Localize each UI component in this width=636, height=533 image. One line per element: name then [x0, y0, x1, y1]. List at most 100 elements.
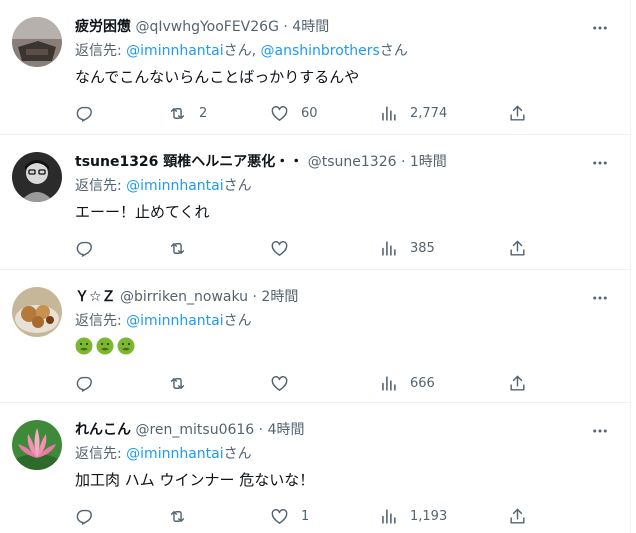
separator-dot: ·	[252, 289, 257, 305]
reply-label: 返信先:	[75, 43, 127, 59]
mention-link[interactable]: @anshinbrothers	[261, 43, 380, 59]
retweet-button[interactable]	[168, 236, 187, 260]
views-icon	[382, 240, 396, 256]
like-icon	[271, 240, 288, 256]
like-button[interactable]: 60	[270, 101, 318, 125]
share-button[interactable]	[508, 504, 527, 528]
timestamp[interactable]: 4時間	[268, 422, 305, 438]
separator-dot: ·	[258, 422, 264, 438]
views-count: 385	[410, 240, 435, 256]
tweet-header: tsune1326 頸椎ヘルニア悪化・・ @tsune1326 · 1時間	[75, 152, 582, 172]
display-name[interactable]: れんこん	[75, 422, 131, 438]
share-icon	[510, 105, 525, 121]
tweet[interactable]: 疲労困憊 @qIvwhgYooFEV26G · 4時間 返信先: @iminnh…	[0, 0, 630, 135]
share-button[interactable]	[508, 101, 527, 125]
views-icon	[382, 375, 396, 391]
retweet-count: 2	[199, 105, 208, 121]
reply-separator: さん,	[223, 43, 261, 59]
separator-dot: ·	[400, 154, 406, 170]
user-handle[interactable]: @birriken_nowaku	[120, 289, 248, 305]
action-bar: 2 60 2,774	[75, 101, 531, 125]
nauseated-face-emoji	[117, 337, 135, 355]
views-icon	[382, 508, 396, 524]
reply-suffix: さん	[223, 446, 252, 462]
tweet-text: 加工肉 ハム ウインナー 危ないな！	[75, 471, 315, 489]
views-button[interactable]: 666	[379, 371, 435, 395]
separator-dot: ·	[283, 19, 288, 35]
timestamp[interactable]: 1時間	[410, 154, 447, 170]
timestamp[interactable]: 2時間	[261, 289, 298, 305]
reply-button[interactable]	[75, 371, 94, 395]
reply-label: 返信先:	[75, 446, 127, 462]
retweet-button[interactable]	[168, 504, 187, 528]
tweet-header: Ｙ☆Ｚ @birriken_nowaku · 2時間	[75, 287, 582, 307]
reply-context: 返信先: @iminnhantaiさん	[75, 311, 252, 331]
views-icon	[382, 105, 396, 121]
like-count: 60	[301, 105, 318, 121]
mention-link[interactable]: @iminnhantai	[126, 43, 223, 59]
action-bar: 1 1,193	[75, 504, 531, 528]
views-button[interactable]: 2,774	[379, 101, 447, 125]
tweet[interactable]: tsune1326 頸椎ヘルニア悪化・・ @tsune1326 · 1時間 返信…	[0, 135, 630, 270]
retweet-button[interactable]	[168, 371, 187, 395]
share-button[interactable]	[508, 236, 527, 260]
views-button[interactable]: 1,193	[379, 504, 447, 528]
reply-context: 返信先: @iminnhantaiさん	[75, 444, 252, 464]
tweet-header: れんこん @ren_mitsu0616 · 4時間	[75, 420, 582, 440]
views-count: 666	[410, 375, 435, 391]
avatar[interactable]	[12, 152, 62, 202]
reply-button[interactable]	[75, 504, 94, 528]
views-button[interactable]: 385	[379, 236, 435, 260]
retweet-icon	[170, 510, 185, 522]
reply-button[interactable]	[75, 101, 94, 125]
reply-label: 返信先:	[75, 178, 127, 194]
mention-link[interactable]: @iminnhantai	[126, 313, 223, 329]
reply-icon	[76, 509, 92, 525]
user-handle[interactable]: @tsune1326	[308, 154, 397, 170]
user-handle[interactable]: @ren_mitsu0616	[135, 422, 254, 438]
views-count: 1,193	[410, 508, 448, 524]
reply-suffix: さん	[223, 178, 252, 194]
more-icon[interactable]	[588, 286, 612, 310]
timeline: 疲労困憊 @qIvwhgYooFEV26G · 4時間 返信先: @iminnh…	[0, 0, 631, 533]
like-button[interactable]	[270, 236, 289, 260]
tweet-text: なんでこんないらんことばっかりするんや	[75, 68, 360, 86]
retweet-icon	[170, 107, 185, 119]
more-icon[interactable]	[588, 16, 612, 40]
share-icon	[510, 240, 525, 256]
reply-button[interactable]	[75, 236, 94, 260]
avatar[interactable]	[12, 17, 62, 67]
tweet-header: 疲労困憊 @qIvwhgYooFEV26G · 4時間	[75, 17, 582, 37]
reply-suffix: さん	[379, 43, 408, 59]
nauseated-face-emoji	[96, 337, 114, 355]
display-name[interactable]: Ｙ☆Ｚ	[75, 289, 116, 305]
avatar[interactable]	[12, 287, 62, 337]
tweet[interactable]: れんこん @ren_mitsu0616 · 4時間 返信先: @iminnhan…	[0, 403, 630, 533]
like-count: 1	[301, 508, 310, 524]
reply-context: 返信先: @iminnhantaiさん	[75, 176, 252, 196]
mention-link[interactable]: @iminnhantai	[126, 178, 223, 194]
like-icon	[271, 105, 288, 121]
nauseated-face-emoji	[75, 337, 93, 355]
more-icon[interactable]	[588, 419, 612, 443]
display-name[interactable]: 疲労困憊	[75, 19, 131, 35]
display-name[interactable]: tsune1326 頸椎ヘルニア悪化・・	[75, 154, 303, 170]
timestamp[interactable]: 4時間	[292, 19, 329, 35]
avatar[interactable]	[12, 420, 62, 470]
reply-suffix: さん	[223, 313, 252, 329]
mention-link[interactable]: @iminnhantai	[126, 446, 223, 462]
retweet-button[interactable]: 2	[168, 101, 207, 125]
like-button[interactable]: 1	[270, 504, 309, 528]
reply-context: 返信先: @iminnhantaiさん, @anshinbrothersさん	[75, 41, 408, 61]
share-icon	[510, 375, 525, 391]
reply-icon	[76, 106, 92, 122]
user-handle[interactable]: @qIvwhgYooFEV26G	[135, 19, 278, 35]
tweet[interactable]: Ｙ☆Ｚ @birriken_nowaku · 2時間 返信先: @iminnha…	[0, 270, 630, 403]
like-icon	[271, 375, 288, 391]
like-button[interactable]	[270, 371, 289, 395]
tweet-text	[75, 336, 138, 358]
retweet-icon	[170, 242, 185, 254]
share-button[interactable]	[508, 371, 527, 395]
more-icon[interactable]	[588, 151, 612, 175]
reply-label: 返信先:	[75, 313, 127, 329]
